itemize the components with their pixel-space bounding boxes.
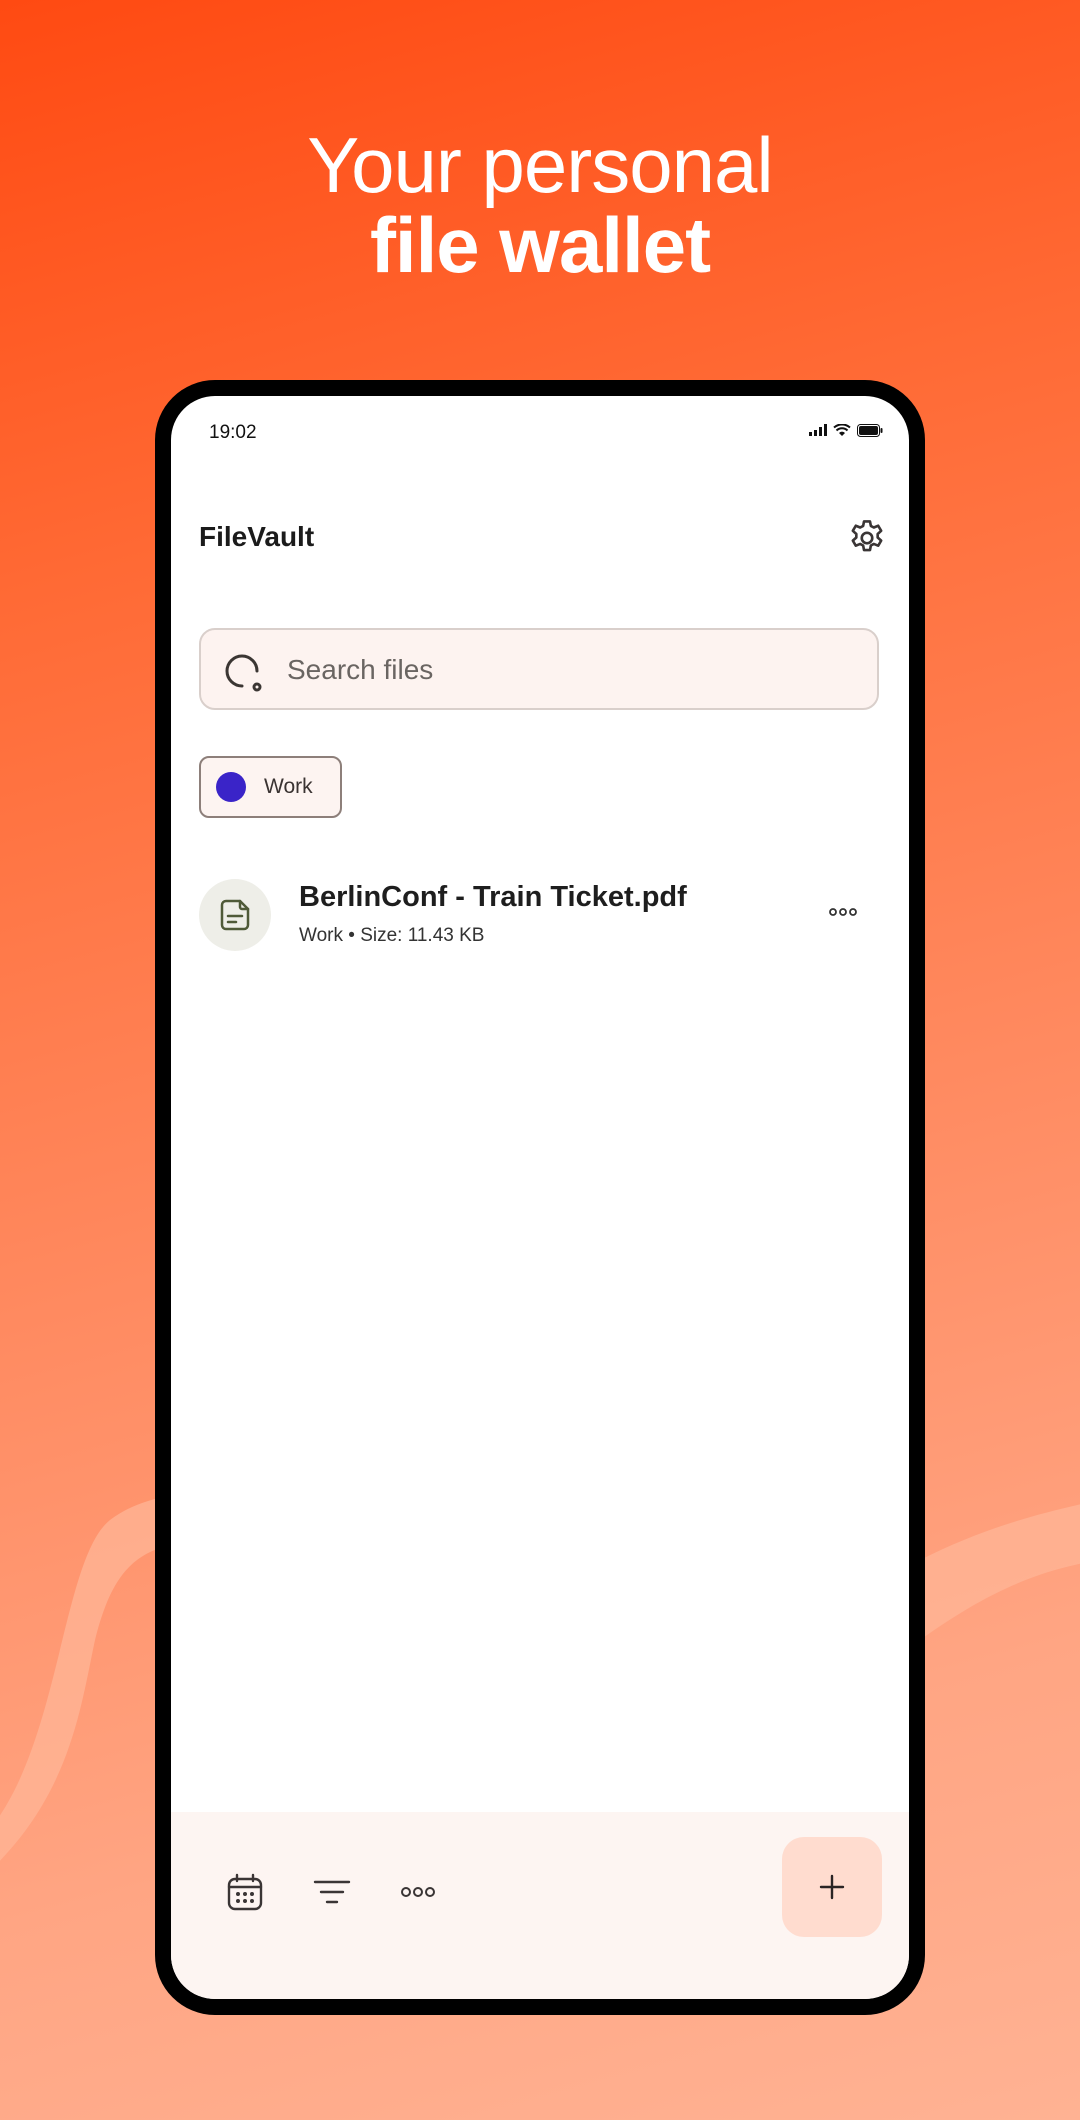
plus-icon bbox=[819, 1874, 845, 1900]
search-input[interactable] bbox=[285, 630, 849, 710]
battery-icon bbox=[857, 423, 883, 437]
more-icon bbox=[829, 908, 857, 916]
file-icon-badge bbox=[199, 879, 271, 951]
filter-chip-work[interactable]: Work bbox=[199, 756, 342, 818]
wifi-icon bbox=[833, 423, 851, 436]
settings-button[interactable] bbox=[843, 514, 891, 562]
more-options-button[interactable] bbox=[390, 1864, 446, 1920]
filter-icon bbox=[313, 1880, 351, 1904]
status-time: 19:02 bbox=[209, 422, 257, 443]
phone-screen: 19:02 FileVault Search files Work Berlin… bbox=[171, 396, 909, 1999]
phone-frame: 19:02 FileVault Search files Work Berlin… bbox=[155, 380, 925, 2015]
signal-icon bbox=[809, 424, 827, 436]
file-meta: Work • Size: 11.43 KB bbox=[299, 925, 485, 946]
calendar-icon bbox=[227, 1873, 263, 1911]
headline: Your personal file wallet bbox=[0, 125, 1080, 285]
app-bar: FileVault bbox=[171, 496, 909, 576]
gear-icon bbox=[851, 520, 883, 552]
more-icon bbox=[401, 1887, 435, 1897]
search-bar bbox=[199, 628, 879, 710]
bottom-toolbar bbox=[171, 1812, 909, 1999]
add-file-button[interactable] bbox=[782, 1837, 882, 1937]
app-title: FileVault bbox=[199, 521, 315, 552]
file-more-button[interactable] bbox=[823, 897, 863, 927]
status-icons bbox=[809, 422, 883, 438]
tag-color-dot bbox=[216, 772, 246, 802]
file-icon bbox=[220, 899, 250, 931]
headline-line-1: Your personal bbox=[307, 121, 773, 209]
filter-button[interactable] bbox=[304, 1864, 360, 1920]
status-bar: 19:02 bbox=[171, 396, 909, 456]
calendar-button[interactable] bbox=[217, 1864, 273, 1920]
filter-chip-label: Work bbox=[264, 775, 313, 798]
file-list-item[interactable]: BerlinConf - Train Ticket.pdf Work • Siz… bbox=[171, 863, 909, 973]
search-icon bbox=[225, 654, 262, 692]
file-name: BerlinConf - Train Ticket.pdf bbox=[299, 881, 687, 913]
headline-line-2: file wallet bbox=[369, 201, 711, 289]
